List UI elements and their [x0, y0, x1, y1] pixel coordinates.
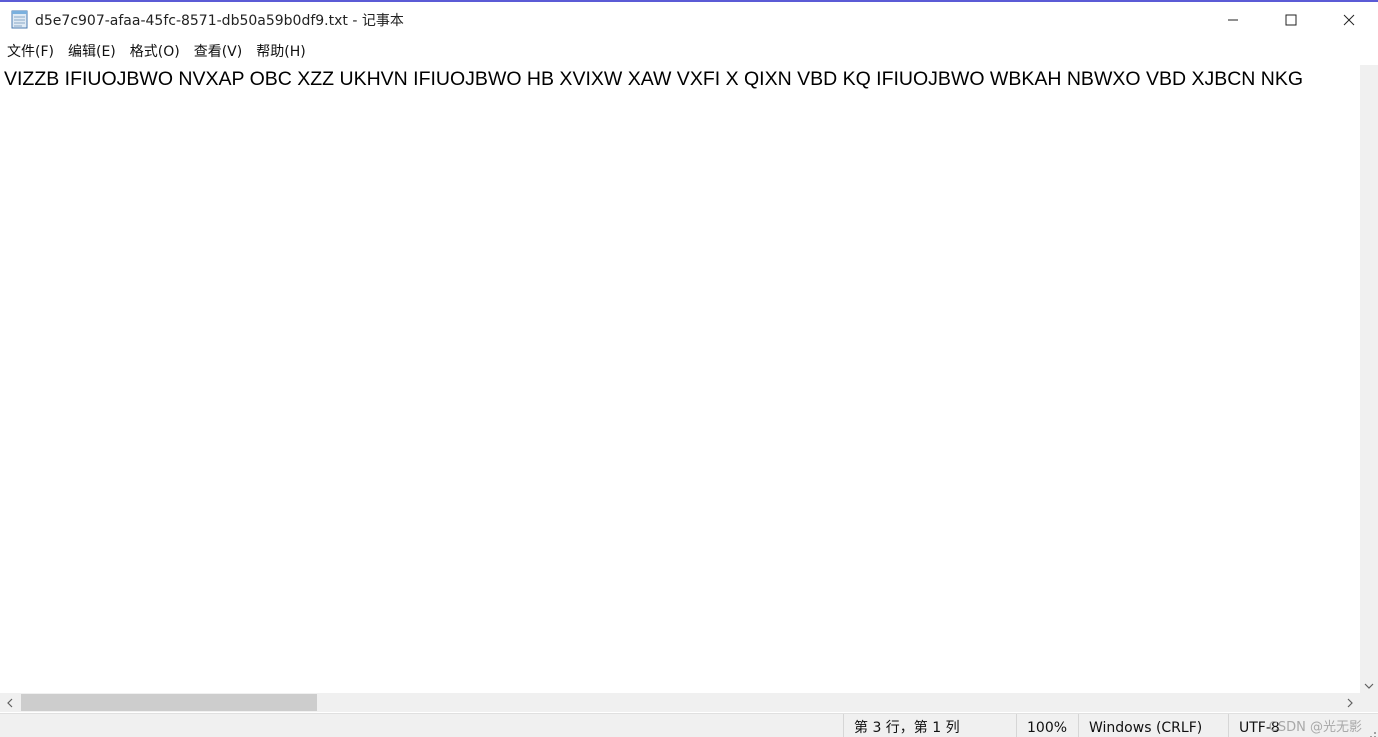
menu-edit[interactable]: 编辑(E) — [61, 40, 123, 64]
maximize-button[interactable] — [1262, 2, 1320, 38]
notepad-icon — [11, 9, 29, 29]
menu-file[interactable]: 文件(F) — [0, 40, 61, 64]
zoom-level: 100% — [1016, 714, 1078, 737]
line-ending: Windows (CRLF) — [1078, 714, 1228, 737]
status-bar: 第 3 行，第 1 列 100% Windows (CRLF) UTF-8 CS… — [0, 713, 1378, 737]
title-bar: d5e7c907-afaa-45fc-8571-db50a59b0df9.txt… — [0, 2, 1378, 38]
scrollbar-corner — [1360, 693, 1378, 712]
chevron-left-icon — [6, 693, 14, 712]
menu-help[interactable]: 帮助(H) — [249, 40, 312, 64]
menu-format[interactable]: 格式(O) — [123, 40, 187, 64]
menu-view[interactable]: 查看(V) — [187, 40, 250, 64]
scroll-down-button[interactable] — [1360, 675, 1378, 693]
chevron-right-icon — [1346, 693, 1354, 712]
horizontal-scrollbar[interactable] — [0, 693, 1360, 712]
notepad-window: d5e7c907-afaa-45fc-8571-db50a59b0df9.txt… — [0, 0, 1378, 737]
resize-grip-icon[interactable] — [1366, 727, 1376, 737]
vertical-scrollbar[interactable] — [1360, 65, 1378, 693]
maximize-icon — [1285, 11, 1297, 30]
close-button[interactable] — [1320, 2, 1378, 38]
cursor-position: 第 3 行，第 1 列 — [843, 714, 1016, 737]
menu-bar: 文件(F) 编辑(E) 格式(O) 查看(V) 帮助(H) — [0, 40, 1378, 64]
window-title: d5e7c907-afaa-45fc-8571-db50a59b0df9.txt… — [35, 13, 404, 29]
close-icon — [1343, 11, 1355, 30]
scroll-right-button[interactable] — [1340, 693, 1360, 712]
chevron-down-icon — [1364, 675, 1374, 694]
horizontal-scroll-thumb[interactable] — [21, 694, 317, 711]
editor-content[interactable]: VIZZB IFIUOJBWO NVXAP OBC XZZ UKHVN IFIU… — [4, 68, 1303, 91]
minimize-button[interactable] — [1204, 2, 1262, 38]
text-editor[interactable]: VIZZB IFIUOJBWO NVXAP OBC XZZ UKHVN IFIU… — [0, 65, 1360, 693]
scroll-left-button[interactable] — [0, 693, 20, 712]
watermark: CSDN @光无影 — [1268, 720, 1362, 735]
minimize-icon — [1227, 11, 1239, 30]
